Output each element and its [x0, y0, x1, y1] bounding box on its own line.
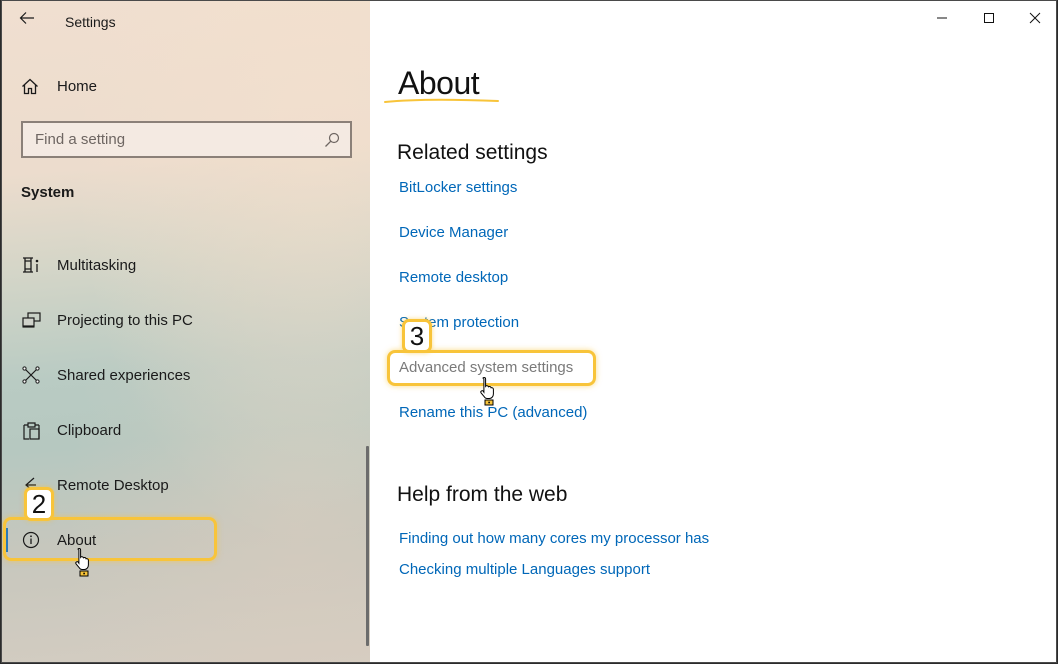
multitasking-icon	[20, 257, 42, 273]
main-pane: About Related settings BitLocker setting…	[370, 1, 1056, 662]
related-settings-heading: Related settings	[397, 141, 548, 164]
hand-cursor-icon	[480, 376, 494, 406]
shared-experiences-icon	[20, 366, 42, 384]
search-icon[interactable]	[324, 132, 340, 148]
link-remote-desktop[interactable]: Remote desktop	[399, 269, 508, 286]
step-badge-3: 3	[402, 319, 432, 353]
sidebar-item-remote-desktop[interactable]: Remote Desktop	[2, 463, 370, 507]
link-advanced-system-settings[interactable]: Advanced system settings	[399, 359, 573, 376]
sidebar-item-about[interactable]: About	[2, 518, 370, 562]
sidebar-item-label: Projecting to this PC	[57, 311, 193, 329]
close-icon	[1029, 12, 1041, 24]
maximize-icon	[984, 13, 994, 23]
page-title: About	[398, 65, 480, 101]
sidebar-item-label: Shared experiences	[57, 366, 191, 384]
arrow-left-icon	[19, 12, 34, 24]
link-processor-cores-help[interactable]: Finding out how many cores my processor …	[399, 530, 709, 547]
search-field[interactable]	[21, 121, 352, 158]
maximize-button[interactable]	[966, 1, 1012, 35]
sidebar-item-multitasking[interactable]: Multitasking	[2, 243, 370, 287]
sidebar-item-label: Home	[57, 77, 98, 95]
back-button[interactable]	[12, 5, 42, 31]
sidebar-item-shared-experiences[interactable]: Shared experiences	[2, 353, 370, 397]
title-underline-decoration	[384, 98, 499, 103]
link-bitlocker-settings[interactable]: BitLocker settings	[399, 179, 517, 196]
sidebar-item-label: Clipboard	[57, 421, 122, 439]
sidebar-item-projecting[interactable]: Projecting to this PC	[2, 298, 370, 342]
app-title: Settings	[65, 14, 116, 30]
link-device-manager[interactable]: Device Manager	[399, 224, 508, 241]
sidebar-item-label: Remote Desktop	[57, 476, 169, 494]
search-input[interactable]	[35, 131, 305, 148]
sidebar-item-home[interactable]: Home	[2, 67, 370, 105]
projecting-icon	[20, 312, 42, 328]
settings-window: Settings Home System	[1, 0, 1057, 663]
help-from-web-heading: Help from the web	[397, 483, 568, 506]
sidebar-item-clipboard[interactable]: Clipboard	[2, 408, 370, 452]
link-languages-support-help[interactable]: Checking multiple Languages support	[399, 561, 650, 578]
sidebar-scrollbar[interactable]	[366, 446, 369, 646]
step-badge-2: 2	[24, 487, 54, 521]
close-button[interactable]	[1012, 1, 1056, 35]
info-icon	[20, 531, 42, 549]
link-rename-this-pc[interactable]: Rename this PC (advanced)	[399, 404, 587, 421]
clipboard-icon	[20, 421, 42, 440]
home-icon	[21, 78, 43, 95]
section-title: System	[21, 184, 75, 201]
minimize-button[interactable]	[919, 1, 965, 35]
sidebar-item-label: Multitasking	[57, 256, 137, 274]
sidebar-item-label: About	[57, 531, 97, 549]
sidebar: Settings Home System	[2, 1, 370, 662]
minimize-icon	[937, 17, 947, 19]
